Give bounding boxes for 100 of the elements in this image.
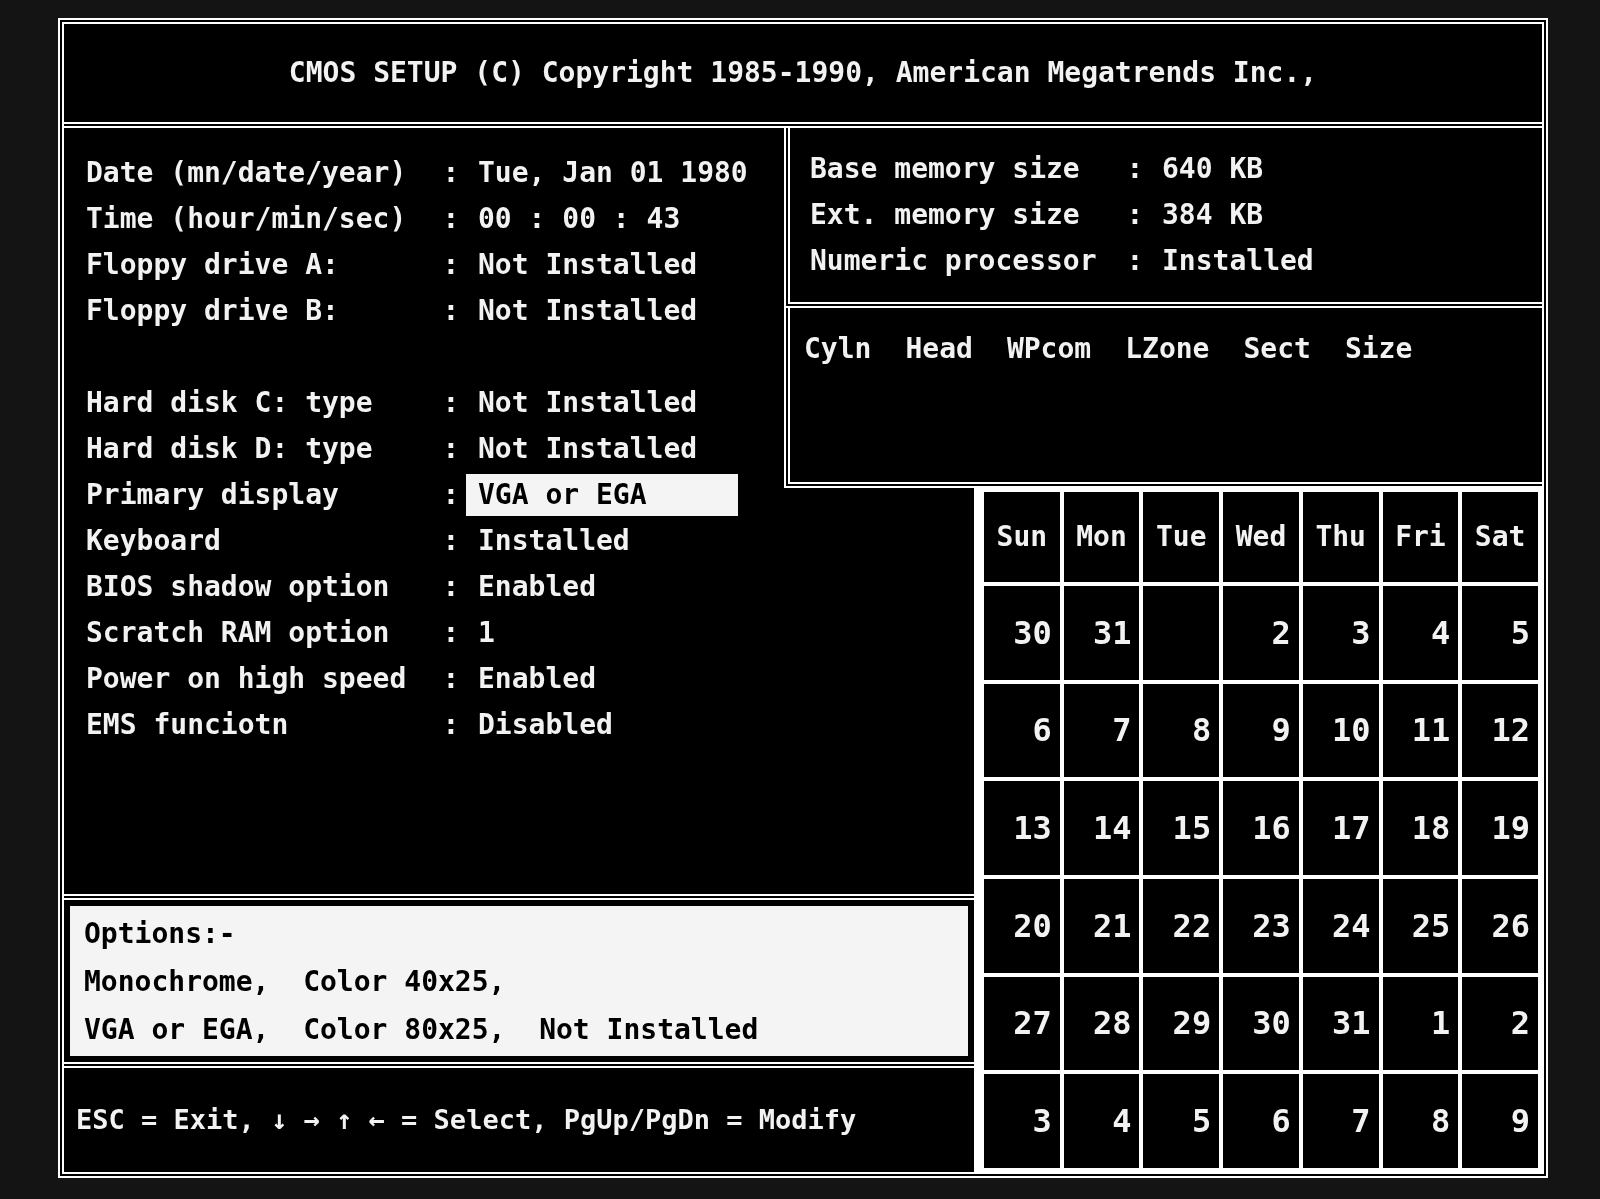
separator: : xyxy=(441,707,461,743)
column-header: Size xyxy=(1344,331,1413,367)
weekday-header: Tue xyxy=(1143,492,1220,582)
calendar-day[interactable]: 19 xyxy=(1462,781,1538,875)
weekday-header: Sun xyxy=(984,492,1060,582)
calendar-day[interactable]: 7 xyxy=(1063,683,1140,778)
calendar-day[interactable]: 3 xyxy=(984,1074,1060,1168)
setting-label: Power on high speed xyxy=(86,661,408,697)
calendar-day[interactable]: 24 xyxy=(1302,879,1379,973)
setting-value[interactable]: Not Installed xyxy=(466,382,710,424)
calendar-day[interactable]: 13 xyxy=(984,781,1060,875)
calendar-day[interactable]: 8 xyxy=(1143,683,1220,778)
separator: : xyxy=(441,155,461,191)
column-header: Cyln xyxy=(804,331,872,367)
setting-label: Numeric processor xyxy=(810,243,1098,279)
setting-label: Floppy drive A: xyxy=(86,247,340,283)
calendar-day[interactable]: 27 xyxy=(984,976,1060,1071)
calendar-day[interactable]: 31 xyxy=(1063,586,1140,680)
setting-value[interactable]: Not Installed xyxy=(466,244,710,286)
setting-label: Time (hour/min/sec) xyxy=(86,201,408,237)
options-text: Options:- xyxy=(84,916,237,952)
calendar-day[interactable]: 16 xyxy=(1223,781,1299,875)
setting-value[interactable]: Tue, Jan 01 1980 xyxy=(466,152,760,194)
setting-label: Ext. memory size xyxy=(810,197,1081,233)
calendar-day[interactable]: 26 xyxy=(1462,879,1538,973)
calendar-day[interactable]: 18 xyxy=(1382,781,1459,875)
calendar-day[interactable]: 22 xyxy=(1143,879,1220,973)
setting-value: Installed xyxy=(1161,243,1315,279)
calendar-day[interactable]: 29 xyxy=(1143,976,1220,1071)
calendar-day[interactable]: 3 xyxy=(1302,586,1379,680)
setting-value[interactable]: Not Installed xyxy=(466,428,710,470)
setting-label: BIOS shadow option xyxy=(86,569,391,605)
setting-label: Hard disk C: type xyxy=(86,385,374,421)
calendar-day[interactable]: 4 xyxy=(1382,586,1459,680)
column-header: Head xyxy=(905,331,973,367)
calendar-day[interactable]: 30 xyxy=(1223,976,1299,1071)
calendar-day[interactable]: 12 xyxy=(1462,683,1538,778)
separator: : xyxy=(441,293,461,329)
weekday-header: Sat xyxy=(1462,492,1538,582)
setting-value[interactable]: Not Installed xyxy=(466,290,710,332)
calendar-day[interactable]: 21 xyxy=(1063,879,1140,973)
separator: : xyxy=(441,431,461,467)
calendar-day[interactable]: 20 xyxy=(984,879,1060,973)
separator: : xyxy=(441,201,461,237)
calendar-day[interactable]: 30 xyxy=(984,586,1060,680)
weekday-header: Thu xyxy=(1302,492,1379,582)
calendar-day[interactable]: 4 xyxy=(1063,1074,1140,1168)
separator: : xyxy=(441,661,461,697)
calendar-day[interactable]: 7 xyxy=(1302,1074,1379,1168)
separator: : xyxy=(1125,243,1145,279)
options-text: VGA or EGA, Color 80x25, Not Installed xyxy=(84,1012,760,1048)
setting-value[interactable]: VGA or EGA xyxy=(466,474,738,516)
setting-label: Keyboard xyxy=(86,523,222,559)
help-text: ESC = Exit, ↓ → ↑ ← = Select, PgUp/PgDn = Modify xyxy=(76,1102,857,1137)
calendar-day[interactable]: 2 xyxy=(1223,586,1299,680)
calendar-day[interactable]: 5 xyxy=(1143,1074,1220,1168)
setting-label: Scratch RAM option xyxy=(86,615,391,651)
separator: : xyxy=(1125,151,1145,187)
setting-value[interactable]: Enabled xyxy=(466,566,608,608)
calendar-day[interactable]: 6 xyxy=(984,683,1060,778)
setting-value[interactable]: 1 xyxy=(466,612,507,654)
column-header: Sect xyxy=(1243,331,1311,367)
calendar-day[interactable]: 28 xyxy=(1063,976,1140,1071)
setting-label: Floppy drive B: xyxy=(86,293,340,329)
separator: : xyxy=(441,615,461,651)
calendar-day[interactable]: 23 xyxy=(1223,879,1299,973)
separator: : xyxy=(441,385,461,421)
calendar-day[interactable]: 8 xyxy=(1382,1074,1459,1168)
calendar-day[interactable]: 14 xyxy=(1063,781,1140,875)
weekday-header: Mon xyxy=(1063,492,1140,582)
setting-value[interactable]: Enabled xyxy=(466,658,608,700)
setting-value: 384 KB xyxy=(1161,197,1265,233)
calendar-day[interactable]: 1 xyxy=(1382,976,1459,1071)
calendar-day[interactable]: 31 xyxy=(1302,976,1379,1071)
current-day-cell[interactable] xyxy=(1143,586,1220,680)
window-title: CMOS SETUP (C) Copyright 1985-1990, American Megatrends Inc., xyxy=(288,55,1318,91)
calendar-day[interactable]: 10 xyxy=(1302,683,1379,778)
calendar-day[interactable]: 15 xyxy=(1143,781,1220,875)
separator: : xyxy=(441,247,461,283)
calendar-day[interactable]: 9 xyxy=(1462,1074,1538,1168)
calendar-day[interactable]: 9 xyxy=(1223,683,1299,778)
setting-label: EMS funciotn xyxy=(86,707,290,743)
setting-value[interactable]: Installed xyxy=(466,520,642,562)
calendar-day[interactable]: 25 xyxy=(1382,879,1459,973)
separator: : xyxy=(1125,197,1145,233)
weekday-header: Fri xyxy=(1382,492,1459,582)
setting-value[interactable]: 00 : 00 : 43 xyxy=(466,198,693,240)
calendar-day[interactable]: 6 xyxy=(1223,1074,1299,1168)
calendar-day[interactable]: 5 xyxy=(1462,586,1538,680)
separator: : xyxy=(441,523,461,559)
column-header: WPcom xyxy=(1006,331,1092,367)
setting-value: 640 KB xyxy=(1161,151,1265,187)
separator: : xyxy=(441,569,461,605)
calendar-day[interactable]: 11 xyxy=(1382,683,1459,778)
options-text: Monochrome, Color 40x25, xyxy=(84,964,507,1000)
setting-label: Hard disk D: type xyxy=(86,431,374,467)
column-header: LZone xyxy=(1125,331,1210,367)
calendar-day[interactable]: 17 xyxy=(1302,781,1379,875)
calendar-day[interactable]: 2 xyxy=(1462,976,1538,1071)
setting-value[interactable]: Disabled xyxy=(466,704,625,746)
